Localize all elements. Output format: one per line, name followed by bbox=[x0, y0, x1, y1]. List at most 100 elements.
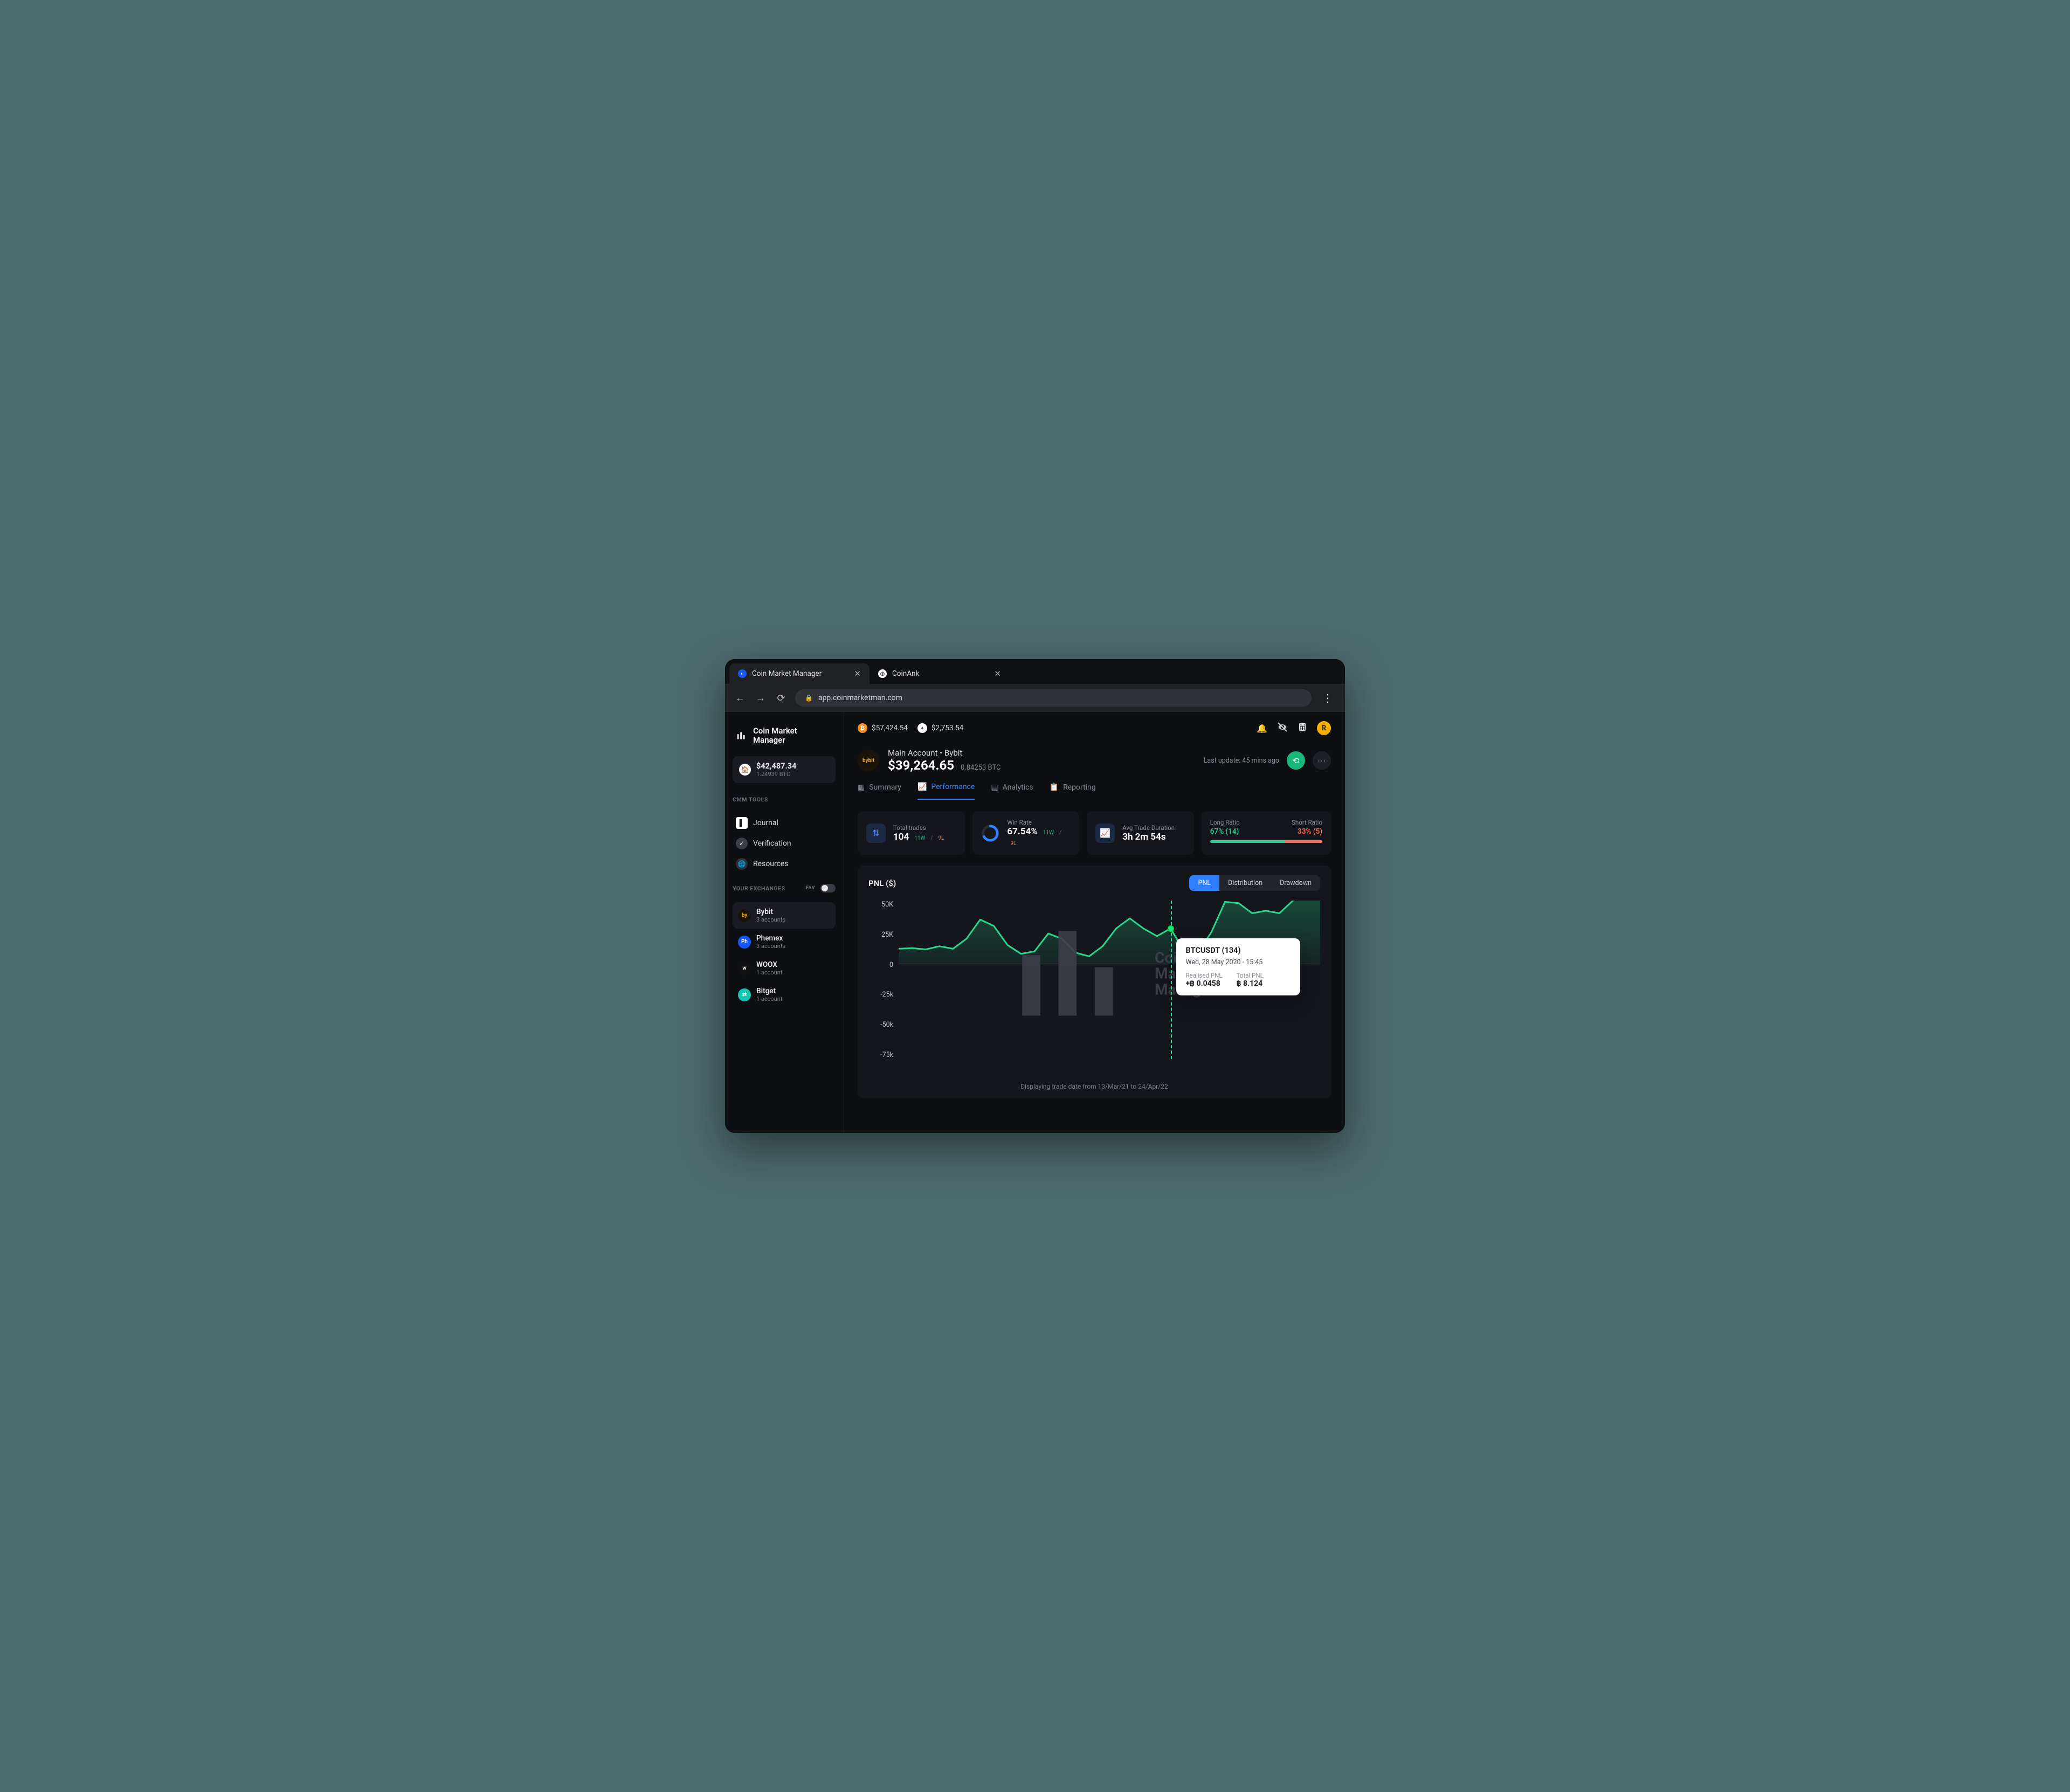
exchange-icon: ⇄ bbox=[738, 988, 751, 1001]
close-icon[interactable]: ✕ bbox=[854, 669, 861, 679]
url-text: app.coinmarketman.com bbox=[818, 694, 902, 702]
journal-icon: ▌ bbox=[736, 817, 748, 829]
forward-button[interactable]: → bbox=[754, 693, 767, 704]
balance-card[interactable]: 🏠 $42,487.34 1.24939 BTC bbox=[733, 756, 836, 783]
segment-drawdown[interactable]: Drawdown bbox=[1271, 875, 1320, 891]
favicon-cmm-icon: ◐ bbox=[738, 669, 747, 678]
analytics-icon: ▤ bbox=[991, 783, 998, 792]
browser-tab-coinmarketmanager[interactable]: ◐ Coin Market Manager ✕ bbox=[729, 663, 870, 684]
globe-icon: 🌐 bbox=[736, 858, 748, 870]
exchange-name: Phemex bbox=[756, 934, 785, 943]
exchange-sub: 3 accounts bbox=[756, 943, 785, 950]
long-label: Long Ratio bbox=[1210, 819, 1240, 826]
tooltip-timestamp: Wed, 28 May 2020 - 15:45 bbox=[1186, 958, 1291, 966]
browser-tab-strip: ◐ Coin Market Manager ✕ ◍ CoinAnk ✕ bbox=[725, 659, 1345, 684]
chart-cursor-line bbox=[1171, 901, 1172, 1059]
bell-icon[interactable]: 🔔 bbox=[1257, 723, 1267, 734]
segment-pnl[interactable]: PNL bbox=[1189, 875, 1219, 891]
exchange-item-phemex[interactable]: Ph Phemex3 accounts bbox=[733, 929, 836, 955]
chart-plot[interactable]: Coin MarketManager BTCUSDT (134) Wed, 28… bbox=[899, 901, 1320, 1059]
balance-usd: $42,487.34 bbox=[756, 762, 796, 771]
card-label: Win Rate bbox=[1007, 819, 1071, 826]
main-panel: ₿ $57,424.54 ♦ $2,753.54 🔔 R bbox=[844, 712, 1345, 1133]
exchanges-label-text: YOUR EXCHANGES bbox=[733, 885, 785, 892]
calculator-icon[interactable] bbox=[1298, 722, 1307, 734]
tooltip-realised-label: Realised PNL bbox=[1186, 972, 1223, 979]
y-tick: -50k bbox=[868, 1021, 893, 1029]
exchange-item-bitget[interactable]: ⇄ Bitget1 account bbox=[733, 981, 836, 1008]
wins-pill: 11W bbox=[914, 835, 925, 841]
sidebar-item-journal[interactable]: ▌ Journal bbox=[733, 813, 836, 833]
stat-cards: ⇅ Total trades 104 11W / 9L bbox=[844, 800, 1345, 855]
segment-distribution[interactable]: Distribution bbox=[1219, 875, 1271, 891]
long-value: 67% bbox=[1210, 827, 1224, 836]
ratio-bar bbox=[1210, 840, 1322, 843]
reload-button[interactable]: ⟳ bbox=[775, 693, 788, 704]
browser-tab-coinank[interactable]: ◍ CoinAnk ✕ bbox=[870, 663, 1010, 684]
check-circle-icon: ✓ bbox=[736, 838, 748, 849]
exchange-item-woox[interactable]: w WOOX1 account bbox=[733, 955, 836, 981]
exchange-item-bybit[interactable]: by Bybit3 accounts bbox=[733, 902, 836, 929]
exchange-sub: 3 accounts bbox=[756, 916, 785, 923]
close-icon[interactable]: ✕ bbox=[994, 669, 1001, 679]
exchange-icon: Ph bbox=[738, 936, 751, 949]
back-button[interactable]: ← bbox=[734, 693, 747, 704]
sidebar-item-label: Resources bbox=[753, 860, 789, 868]
topbar: ₿ $57,424.54 ♦ $2,753.54 🔔 R bbox=[844, 712, 1345, 744]
y-tick: 25K bbox=[868, 931, 893, 939]
exchange-name: Bitget bbox=[756, 987, 782, 995]
wins-pill: 11W bbox=[1043, 830, 1054, 836]
chart-segment-control: PNLDistributionDrawdown bbox=[1189, 875, 1320, 891]
summary-icon: ▦ bbox=[858, 783, 865, 792]
tab-reporting[interactable]: 📋Reporting bbox=[1050, 783, 1096, 800]
browser-menu-button[interactable]: ⋮ bbox=[1319, 691, 1336, 704]
fav-toggle[interactable] bbox=[820, 884, 836, 892]
card-label: Avg Trade Duration bbox=[1122, 824, 1175, 832]
chart-area[interactable]: 50K25K0-25k-50k-75k Coin MarketManager B… bbox=[868, 901, 1320, 1078]
btc-price-value: $57,424.54 bbox=[872, 724, 908, 732]
sidebar-item-resources[interactable]: 🌐 Resources bbox=[733, 854, 836, 874]
brand-name: Coin Market Manager bbox=[753, 727, 797, 744]
account-tabs: ▦ Summary 📈Performance ▤ Analytics 📋Reporting bbox=[844, 773, 1345, 800]
section-label-tools: CMM TOOLS bbox=[733, 796, 836, 803]
y-tick: -75k bbox=[868, 1051, 893, 1059]
address-bar[interactable]: 🔒 app.coinmarketman.com bbox=[795, 689, 1312, 707]
bybit-icon: bybit bbox=[858, 750, 879, 771]
eth-price-value: $2,753.54 bbox=[932, 724, 963, 732]
tab-label: Analytics bbox=[1003, 783, 1033, 792]
card-total-trades: ⇅ Total trades 104 11W / 9L bbox=[858, 811, 965, 855]
brand-logo[interactable]: Coin Market Manager bbox=[733, 724, 836, 746]
long-count: (14) bbox=[1226, 827, 1239, 836]
card-value: 67.54% bbox=[1007, 826, 1038, 837]
exchange-name: Bybit bbox=[756, 908, 785, 916]
visibility-off-icon[interactable] bbox=[1277, 722, 1288, 735]
chart-cursor-dot bbox=[1168, 925, 1174, 932]
lock-icon: 🔒 bbox=[805, 694, 813, 702]
section-label-exchanges: YOUR EXCHANGES FAV bbox=[733, 884, 836, 892]
avatar[interactable]: R bbox=[1317, 721, 1331, 735]
browser-toolbar: ← → ⟳ 🔒 app.coinmarketman.com ⋮ bbox=[725, 684, 1345, 712]
tab-summary[interactable]: ▦ Summary bbox=[858, 783, 901, 800]
eth-icon: ♦ bbox=[917, 723, 927, 733]
favicon-coinank-icon: ◍ bbox=[878, 669, 887, 678]
y-tick: 50K bbox=[868, 901, 893, 909]
y-tick: 0 bbox=[868, 961, 893, 969]
refresh-button[interactable]: ⟲ bbox=[1287, 751, 1305, 770]
tab-performance[interactable]: 📈Performance bbox=[917, 783, 975, 800]
more-button[interactable]: ⋯ bbox=[1313, 751, 1331, 770]
exchange-sub: 1 account bbox=[756, 995, 782, 1002]
tooltip-total-label: Total PNL bbox=[1237, 972, 1264, 979]
fav-label: FAV bbox=[806, 885, 815, 891]
tab-analytics[interactable]: ▤ Analytics bbox=[991, 783, 1033, 800]
card-value: 3h 2m 54s bbox=[1122, 832, 1175, 842]
tab-title: Coin Market Manager bbox=[752, 669, 822, 678]
tab-title: CoinAnk bbox=[892, 669, 919, 678]
exchange-name: WOOX bbox=[756, 960, 782, 969]
btc-price: ₿ $57,424.54 bbox=[858, 723, 908, 733]
tab-label: Summary bbox=[869, 783, 901, 792]
sidebar-item-verification[interactable]: ✓ Verification bbox=[733, 833, 836, 854]
btc-icon: ₿ bbox=[858, 723, 867, 733]
chart-tooltip: BTCUSDT (134) Wed, 28 May 2020 - 15:45 R… bbox=[1176, 938, 1300, 995]
y-axis: 50K25K0-25k-50k-75k bbox=[868, 901, 899, 1059]
trend-icon: 📈 bbox=[1095, 824, 1115, 843]
